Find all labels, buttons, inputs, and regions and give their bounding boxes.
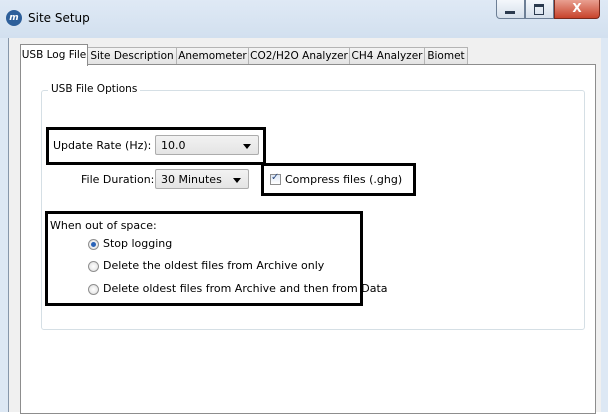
minimize-icon bbox=[505, 11, 515, 14]
tab-ch4-analyzer[interactable]: CH4 Analyzer bbox=[349, 47, 425, 65]
app-logo-icon: m bbox=[6, 10, 22, 26]
out-of-space-highlight-box bbox=[45, 211, 363, 306]
group-label: USB File Options bbox=[48, 83, 141, 95]
window-controls: X bbox=[496, 0, 600, 20]
close-icon: X bbox=[572, 1, 582, 15]
tab-co2-h2o-analyzer[interactable]: CO2/H2O Analyzer bbox=[248, 47, 350, 65]
minimize-button[interactable] bbox=[496, 0, 525, 19]
file-duration-dropdown[interactable]: 30 Minutes bbox=[155, 169, 249, 189]
usb-log-file-panel: USB File Options Update Rate (Hz): 10.0 … bbox=[20, 64, 596, 414]
tab-site-description[interactable]: Site Description bbox=[87, 47, 177, 65]
close-button[interactable]: X bbox=[554, 0, 600, 19]
maximize-button[interactable] bbox=[525, 0, 554, 19]
maximize-icon bbox=[534, 4, 544, 15]
compress-highlight-box bbox=[261, 163, 416, 196]
window-title: Site Setup bbox=[28, 11, 90, 25]
chevron-down-icon bbox=[233, 178, 241, 183]
file-duration-label: File Duration: bbox=[81, 173, 155, 186]
file-duration-value: 30 Minutes bbox=[161, 173, 222, 186]
tab-biomet[interactable]: Biomet bbox=[424, 47, 468, 65]
tab-anemometer[interactable]: Anemometer bbox=[176, 47, 249, 65]
tab-usb-log-file[interactable]: USB Log File bbox=[20, 44, 88, 66]
update-rate-highlight-box bbox=[46, 127, 266, 165]
window-client-area: USB Log File Site Description Anemometer… bbox=[8, 38, 601, 414]
site-setup-window: m Site Setup X USB Log File Site Descrip… bbox=[0, 0, 608, 414]
title-bar[interactable]: m Site Setup X bbox=[0, 0, 608, 38]
